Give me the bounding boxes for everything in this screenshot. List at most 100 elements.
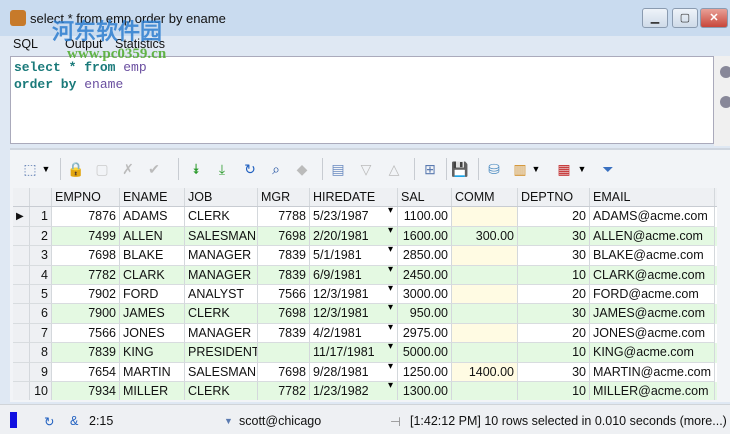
cell-email[interactable]: MILLER@acme.com: [590, 382, 715, 400]
row-number[interactable]: 10: [30, 382, 52, 400]
cell-mgr[interactable]: 7698: [258, 226, 310, 247]
row-indicator[interactable]: [13, 285, 30, 305]
cell-job[interactable]: MANAGER: [185, 323, 258, 344]
fetch-all-icon[interactable]: ⤓: [212, 159, 232, 179]
row-number[interactable]: 9: [30, 362, 52, 382]
row-indicator[interactable]: [13, 343, 30, 363]
minimize-button[interactable]: ▁: [642, 8, 668, 28]
dropdown-icon[interactable]: ▾: [388, 302, 393, 313]
table-row[interactable]: 7 7566 JONES MANAGER 7839 4/2/1981 ▾ 2975.00 20 J…: [13, 322, 717, 344]
save-icon[interactable]: 💾: [450, 159, 470, 179]
cell-hiredate[interactable]: 12/3/1981: [310, 285, 398, 305]
dropdown-icon[interactable]: ▾: [388, 283, 393, 294]
tab-output[interactable]: Output: [62, 37, 106, 51]
row-indicator[interactable]: [13, 265, 30, 285]
cell-deptno[interactable]: 20: [518, 207, 590, 227]
table-row[interactable]: 2 7499 ALLEN SALESMAN 7698 2/20/1981 ▾ 1600.00 3…: [13, 225, 717, 247]
cell-empno[interactable]: 7876: [52, 207, 120, 227]
database-icon[interactable]: ⛁: [484, 159, 504, 179]
cell-email[interactable]: BLAKE@acme.com: [590, 246, 715, 266]
cell-deptno[interactable]: 10: [518, 265, 590, 285]
tree-icon[interactable]: ⊞: [420, 159, 440, 179]
cell-job[interactable]: SALESMAN: [185, 226, 258, 247]
check-icon[interactable]: ✔: [144, 159, 164, 179]
row-number[interactable]: 6: [30, 304, 52, 324]
cell-ename[interactable]: ADAMS: [120, 207, 185, 227]
cell-empno[interactable]: 7654: [52, 362, 120, 382]
cell-ename[interactable]: FORD: [120, 285, 185, 305]
close-button[interactable]: ✕: [700, 8, 728, 28]
table-row[interactable]: 5 7902 FORD ANALYST 7566 12/3/1981 ▾ 3000.00 20 F…: [13, 283, 717, 305]
cell-email[interactable]: JONES@acme.com: [590, 323, 715, 344]
eraser-icon[interactable]: ◆: [292, 159, 312, 179]
cell-sal[interactable]: 1250.00: [398, 362, 452, 382]
find-icon[interactable]: ⌕: [266, 159, 286, 179]
sort-desc-icon[interactable]: ▽: [356, 159, 376, 179]
cell-job[interactable]: SALESMAN: [185, 362, 258, 382]
cell-hiredate[interactable]: 5/1/1981: [310, 246, 398, 266]
dropdown-icon[interactable]: ▾: [388, 244, 393, 255]
table-row[interactable]: 9 7654 MARTIN SALESMAN 7698 9/28/1981 ▾ 1250.00…: [13, 361, 717, 382]
dropdown-icon[interactable]: ▾: [388, 322, 393, 333]
table-row[interactable]: 3 7698 BLAKE MANAGER 7839 5/1/1981 ▾ 2850.00 30 B…: [13, 244, 717, 266]
cell-ename[interactable]: ALLEN: [120, 226, 185, 247]
refresh-icon[interactable]: ↻: [44, 414, 54, 429]
row-indicator[interactable]: [13, 226, 30, 247]
cell-mgr[interactable]: 7698: [258, 362, 310, 382]
cell-sal[interactable]: 1300.00: [398, 382, 452, 400]
cell-empno[interactable]: 7902: [52, 285, 120, 305]
table-row[interactable]: 6 7900 JAMES CLERK 7698 12/3/1981 ▾ 950.00 30 JAM…: [13, 302, 717, 324]
cell-sal[interactable]: 1600.00: [398, 226, 452, 247]
cell-hiredate[interactable]: 6/9/1981: [310, 265, 398, 285]
dropdown-icon[interactable]: ▾: [388, 225, 393, 236]
cell-hiredate[interactable]: 12/3/1981: [310, 304, 398, 324]
fetch-next-icon[interactable]: ⯯: [186, 159, 206, 179]
cell-sal[interactable]: 1100.00: [398, 207, 452, 227]
cell-deptno[interactable]: 20: [518, 285, 590, 305]
cell-deptno[interactable]: 30: [518, 362, 590, 382]
row-indicator-header[interactable]: [13, 188, 30, 207]
row-indicator[interactable]: [13, 323, 30, 344]
cell-sal[interactable]: 2850.00: [398, 246, 452, 266]
cell-mgr[interactable]: 7839: [258, 265, 310, 285]
chevron-down-icon[interactable]: ▼: [526, 159, 546, 179]
cell-mgr[interactable]: [258, 343, 310, 363]
cell-mgr[interactable]: 7782: [258, 382, 310, 400]
dropdown-icon[interactable]: ▾: [388, 341, 393, 352]
cell-ename[interactable]: JAMES: [120, 304, 185, 324]
row-indicator[interactable]: [13, 304, 30, 324]
cell-comm[interactable]: [452, 323, 518, 344]
up-icon[interactable]: [720, 66, 730, 78]
cell-comm[interactable]: [452, 207, 518, 227]
cell-empno[interactable]: 7566: [52, 323, 120, 344]
table-row[interactable]: 10 7934 MILLER CLERK 7782 1/23/1982 ▾ 1300.00 10…: [13, 380, 717, 400]
cell-sal[interactable]: 5000.00: [398, 343, 452, 363]
tab-sql[interactable]: SQL: [10, 37, 41, 51]
record-view-icon[interactable]: ▤: [328, 159, 348, 179]
dropdown-icon[interactable]: ▾: [388, 264, 393, 275]
lock-icon[interactable]: 🔒: [66, 159, 86, 179]
row-number[interactable]: 7: [30, 323, 52, 344]
chevron-down-icon[interactable]: ▼: [36, 159, 56, 179]
refresh-icon[interactable]: ↻: [240, 159, 260, 179]
column-header-sal[interactable]: SAL: [398, 188, 452, 207]
cell-job[interactable]: CLERK: [185, 382, 258, 400]
cell-empno[interactable]: 7934: [52, 382, 120, 400]
row-number[interactable]: 8: [30, 343, 52, 363]
row-number[interactable]: 3: [30, 246, 52, 266]
chevron-down-icon[interactable]: ▼: [572, 159, 592, 179]
cell-job[interactable]: MANAGER: [185, 246, 258, 266]
cell-empno[interactable]: 7900: [52, 304, 120, 324]
table-row[interactable]: 8 7839 KING PRESIDENT 11/17/1981 ▾ 5000.00 10 KI…: [13, 341, 717, 363]
cell-comm[interactable]: 1400.00: [452, 362, 518, 382]
cell-ename[interactable]: MARTIN: [120, 362, 185, 382]
chevron-down-icon[interactable]: ▼: [224, 416, 233, 426]
cell-hiredate[interactable]: 5/23/1987: [310, 207, 398, 227]
cell-hiredate[interactable]: 11/17/1981: [310, 343, 398, 363]
dropdown-icon[interactable]: ▾: [388, 380, 393, 391]
cell-hiredate[interactable]: 4/2/1981: [310, 323, 398, 344]
cell-empno[interactable]: 7698: [52, 246, 120, 266]
cell-sal[interactable]: 2975.00: [398, 323, 452, 344]
cell-job[interactable]: MANAGER: [185, 265, 258, 285]
connection-label[interactable]: scott@chicago: [239, 414, 321, 428]
